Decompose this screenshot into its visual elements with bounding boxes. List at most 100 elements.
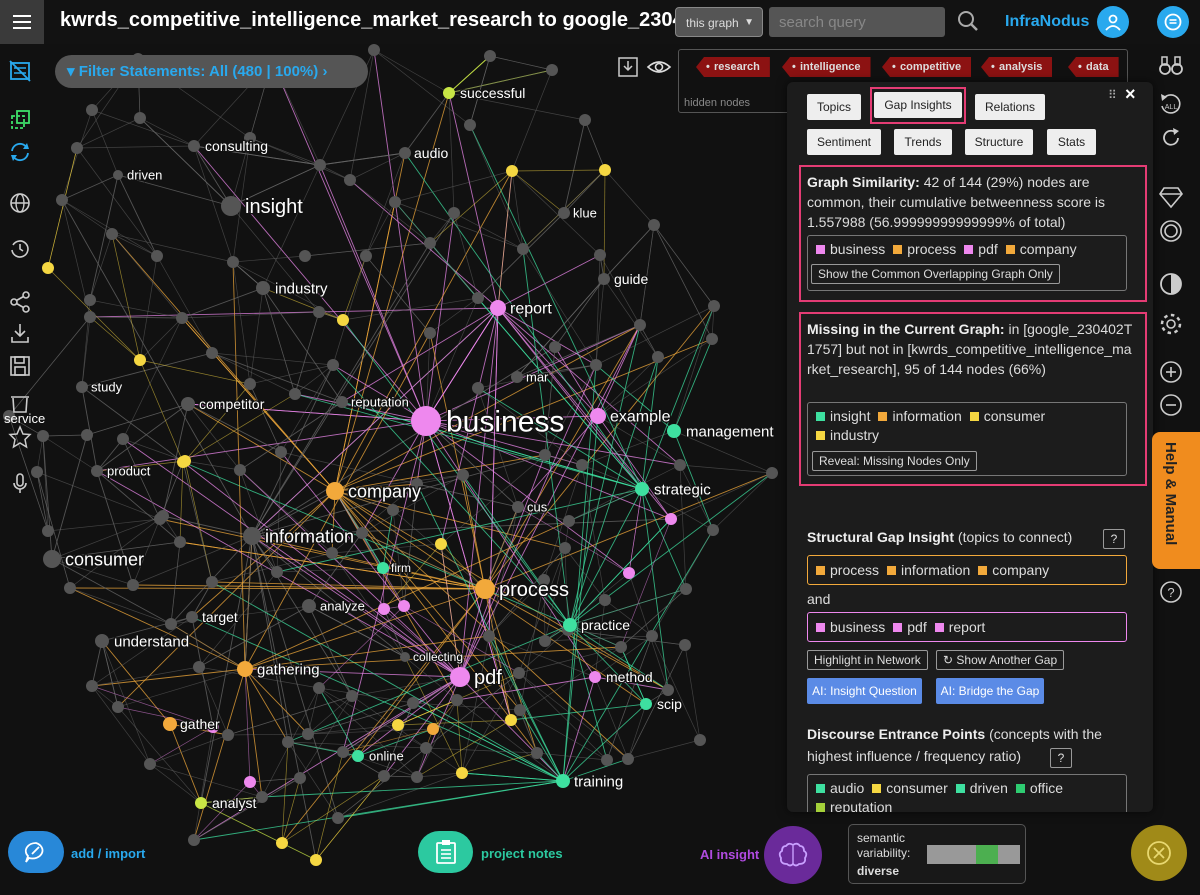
concept-chip[interactable]: reputation (816, 799, 892, 812)
tab-gap-insights[interactable]: Gap Insights (874, 92, 962, 118)
concept-chip[interactable]: business (816, 241, 885, 257)
search-icon[interactable] (957, 10, 979, 32)
graph-node-collecting[interactable]: collecting (400, 649, 464, 665)
graph-node-example[interactable]: example (590, 407, 672, 427)
gap-group-a[interactable]: process information company (807, 555, 1127, 585)
show-another-gap-button[interactable]: ↻ Show Another Gap (936, 650, 1065, 670)
concept-chip[interactable]: company (1005, 241, 1077, 257)
brand-logo[interactable]: InfraNodus (1005, 13, 1089, 31)
notes-icon[interactable] (1157, 6, 1189, 38)
graph-node-study[interactable]: study (76, 378, 124, 396)
graph-node-circle[interactable] (243, 527, 261, 545)
hidden-tag[interactable]: competitive (882, 57, 972, 77)
drag-handle-icon[interactable]: ⠿ (1108, 88, 1117, 102)
project-notes-button[interactable] (418, 831, 473, 873)
eye-icon[interactable] (646, 56, 672, 78)
ai-insight-label[interactable]: AI insight (700, 847, 759, 862)
graph-node-online[interactable]: online (352, 747, 405, 765)
microphone-icon[interactable] (7, 470, 33, 496)
semantic-variability-widget[interactable]: semantic variability: diverse (848, 824, 1026, 884)
graph-node-circle[interactable] (443, 87, 455, 99)
concept-chip[interactable]: report (934, 619, 985, 635)
concept-chip[interactable]: industry (816, 427, 879, 443)
graph-node-circle[interactable] (590, 408, 606, 424)
scope-select[interactable]: this graph ▼ (675, 7, 763, 37)
concept-chip[interactable]: driven (955, 780, 1008, 796)
concept-chip[interactable]: business (816, 619, 885, 635)
graph-node-circle[interactable] (95, 634, 109, 648)
graph-node-strategic[interactable]: strategic (635, 480, 712, 500)
tab-sentiment[interactable]: Sentiment (807, 129, 881, 155)
concept-chip[interactable]: information (878, 408, 962, 424)
hide-statements-icon[interactable] (7, 58, 33, 84)
graph-node-circle[interactable] (237, 661, 253, 677)
hidden-tag[interactable]: analysis (981, 57, 1053, 77)
hamburger-menu-button[interactable] (0, 0, 44, 44)
graph-node-target[interactable]: target (186, 608, 239, 626)
help-button[interactable]: ? (1103, 529, 1125, 549)
reveal-missing-button[interactable]: Reveal: Missing Nodes Only (812, 451, 977, 471)
concept-chip[interactable]: pdf (893, 619, 927, 635)
graph-node-reputation[interactable]: reputation (336, 393, 410, 411)
graph-node-circle[interactable] (475, 579, 495, 599)
graph-node-company[interactable]: company (326, 480, 422, 503)
graph-node-business[interactable]: business (411, 404, 566, 440)
graph-node-circle[interactable] (377, 562, 389, 574)
search-input[interactable] (769, 7, 945, 37)
refresh-layout-icon[interactable] (7, 139, 33, 165)
graph-node-circle[interactable] (163, 717, 177, 731)
binoculars-icon[interactable] (1157, 52, 1185, 80)
graph-node-insight[interactable]: insight (221, 195, 305, 219)
graph-node-circle[interactable] (221, 196, 241, 216)
graph-node-training[interactable]: training (556, 772, 624, 792)
show-overlap-button[interactable]: Show the Common Overlapping Graph Only (811, 264, 1060, 284)
close-circle-button[interactable] (1131, 825, 1187, 881)
graph-node-circle[interactable] (326, 482, 344, 500)
filter-statements-button[interactable]: ▾ Filter Statements: All (480 | 100%) › (55, 55, 368, 88)
graph-node-circle[interactable] (302, 599, 316, 613)
graph-node-competitor[interactable]: competitor (181, 395, 266, 413)
graph-node-circle[interactable] (195, 797, 207, 809)
graph-node-pdf[interactable]: pdf (450, 666, 503, 690)
graph-node-product[interactable]: product (91, 462, 152, 480)
concept-chip[interactable]: process (816, 562, 879, 578)
graph-node-circle[interactable] (635, 482, 649, 496)
graph-node-circle[interactable] (76, 381, 88, 393)
select-area-icon[interactable] (7, 107, 33, 133)
zoom-out-icon[interactable] (1157, 391, 1185, 419)
hidden-tag[interactable]: intelligence (782, 57, 871, 77)
graph-node-circle[interactable] (450, 667, 470, 687)
graph-node-guide[interactable]: guide (598, 270, 650, 288)
graph-node-report[interactable]: report (490, 299, 554, 319)
graph-node-circle[interactable] (640, 698, 652, 710)
globe-icon[interactable] (7, 190, 33, 216)
graph-node-consulting[interactable]: consulting (188, 137, 269, 155)
graph-node-circle[interactable] (181, 397, 195, 411)
graph-node-circle[interactable] (511, 371, 523, 383)
graph-node-analyst[interactable]: analyst (195, 794, 258, 812)
graph-node-understand[interactable]: understand (95, 632, 190, 652)
graph-node-circle[interactable] (256, 281, 270, 295)
graph-node-industry[interactable]: industry (256, 279, 329, 299)
tab-relations[interactable]: Relations (975, 94, 1045, 120)
graph-node-circle[interactable] (556, 774, 570, 788)
ai-bridge-gap-button[interactable]: AI: Bridge the Gap (936, 678, 1044, 704)
ai-insight-button[interactable] (764, 826, 822, 884)
add-import-label[interactable]: add / import (71, 846, 145, 861)
graph-node-mar[interactable]: mar (511, 368, 550, 386)
help-manual-tab[interactable]: Help & Manual (1152, 432, 1200, 569)
help-button[interactable]: ? (1050, 748, 1072, 768)
graph-node-circle[interactable] (667, 424, 681, 438)
graph-node-cus[interactable]: cus (512, 498, 549, 516)
download-icon[interactable] (617, 56, 639, 78)
ai-insight-question-button[interactable]: AI: Insight Question (807, 678, 922, 704)
graph-node-circle[interactable] (512, 501, 524, 513)
concept-chip[interactable]: company (978, 562, 1049, 578)
graph-node-practice[interactable]: practice (563, 616, 631, 634)
concept-chip[interactable]: information (887, 562, 970, 578)
graph-node-circle[interactable] (91, 465, 103, 477)
share-icon[interactable] (7, 289, 33, 315)
save-icon[interactable] (7, 353, 33, 379)
tab-structure[interactable]: Structure (965, 129, 1033, 155)
graph-node-circle[interactable] (186, 611, 198, 623)
